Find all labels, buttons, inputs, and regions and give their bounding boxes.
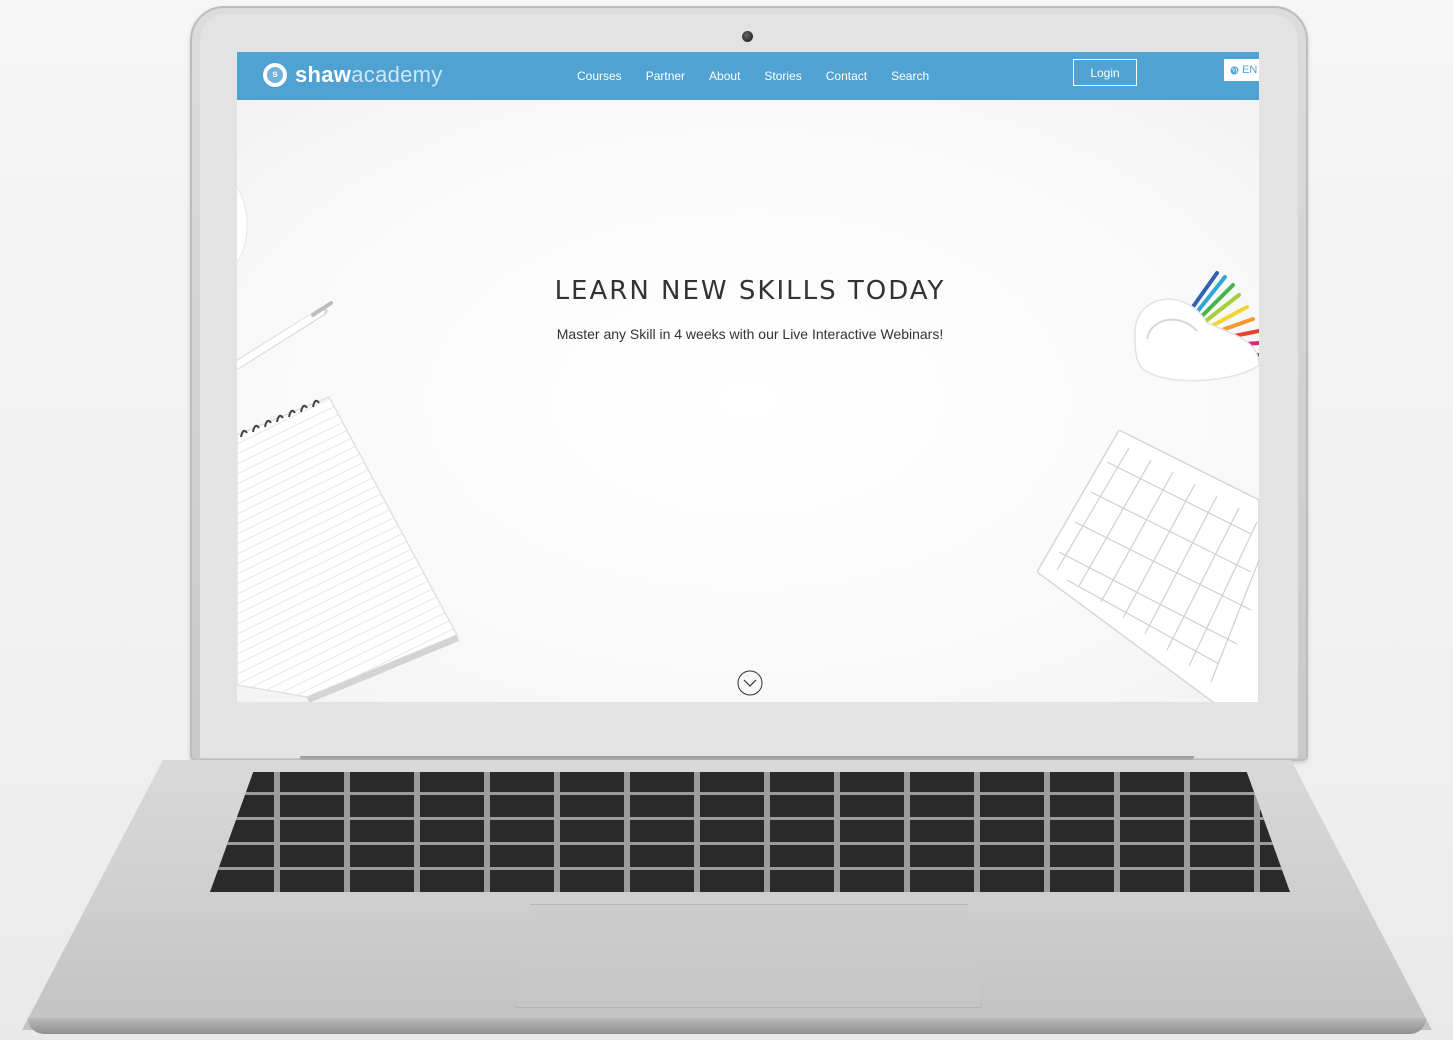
mug-decoration (237, 186, 248, 264)
nav-link-about[interactable]: About (709, 69, 740, 83)
language-selector[interactable]: EN (1224, 59, 1259, 81)
globe-icon (1230, 65, 1239, 75)
logo-mark-letter: s (267, 67, 283, 83)
nav-link-contact[interactable]: Contact (826, 69, 867, 83)
nav-link-stories[interactable]: Stories (764, 69, 801, 83)
hero-title: LEARN NEW SKILLS TODAY (554, 276, 946, 306)
webcam-icon (742, 31, 753, 42)
notebook-decoration (237, 396, 459, 702)
logo-mark-icon: s (263, 63, 287, 87)
laptop-mockup: s shawacademy Courses Partner About Stor… (0, 0, 1453, 1040)
logo-text-bold: shaw (295, 62, 352, 87)
login-button[interactable]: Login (1073, 59, 1137, 86)
language-label: EN (1242, 64, 1258, 76)
nav-link-courses[interactable]: Courses (577, 69, 622, 83)
hero-section: LEARN NEW SKILLS TODAY Master any Skill … (237, 100, 1259, 702)
laptop-trackpad (516, 904, 982, 1008)
laptop-base-edge (28, 1018, 1426, 1034)
logo-text: shawacademy (295, 62, 443, 88)
site-logo[interactable]: s shawacademy (263, 60, 443, 90)
keyboard-decoration (1037, 430, 1259, 702)
logo-text-light: academy (351, 62, 443, 87)
top-navbar: s shawacademy Courses Partner About Stor… (237, 52, 1259, 100)
hero-subtitle: Master any Skill in 4 weeks with our Liv… (556, 326, 944, 342)
nav-link-partner[interactable]: Partner (646, 69, 685, 83)
nav-link-search[interactable]: Search (891, 69, 929, 83)
nav-menu: Courses Partner About Stories Contact Se… (577, 52, 929, 100)
laptop-keyboard (210, 772, 1290, 892)
laptop-screen: s shawacademy Courses Partner About Stor… (237, 52, 1259, 702)
chevron-down-circle-icon[interactable] (737, 670, 763, 696)
